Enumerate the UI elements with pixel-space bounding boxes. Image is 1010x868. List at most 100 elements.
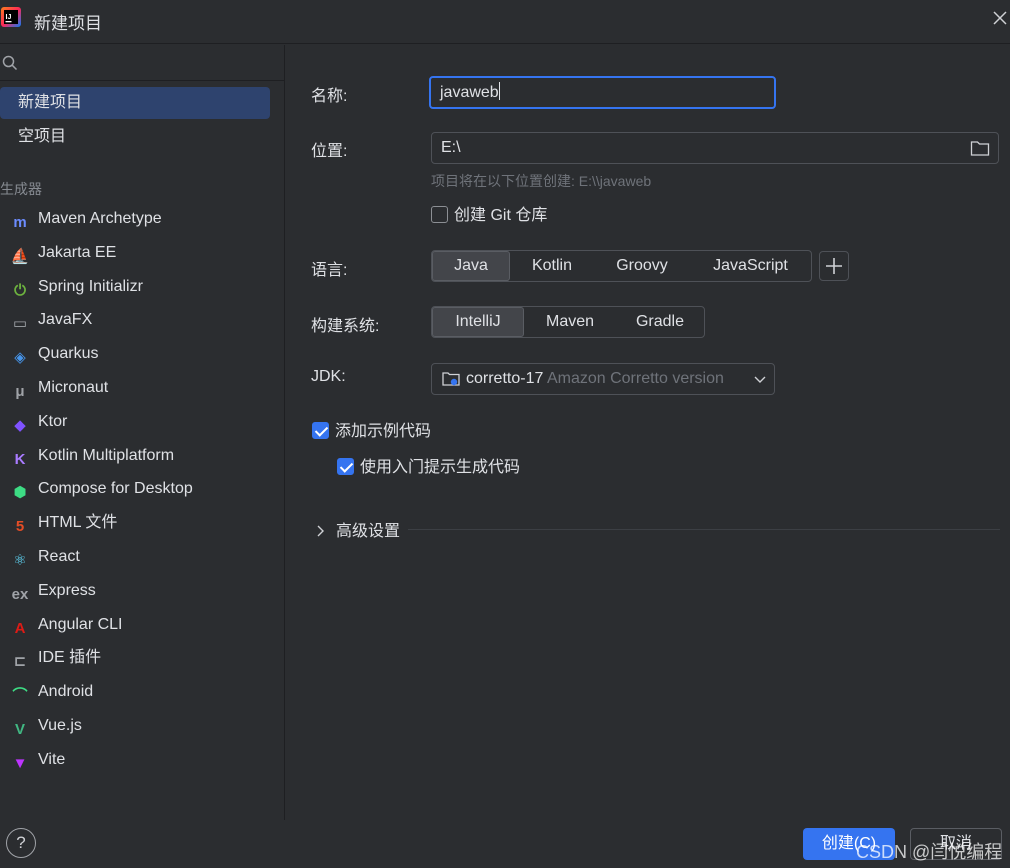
generator-label: Express <box>38 581 96 599</box>
nav-item[interactable]: 新建项目 <box>0 87 270 119</box>
location-hint: 项目将在以下位置创建: E:\\javaweb <box>431 173 652 189</box>
generator-label: Quarkus <box>38 345 99 363</box>
generator-item[interactable]: ⛵ Jakarta EE <box>10 239 280 267</box>
sample-code-label: 添加示例代码 <box>335 423 432 440</box>
sidebar: 新建项目 空项目 生成器 m Maven Archetype ⛵ Jakarta EE ⏻… <box>0 45 285 820</box>
generator-label: Maven Archetype <box>38 210 162 227</box>
git-checkbox-row[interactable]: 创建 Git 仓库 <box>431 205 547 227</box>
search-icon <box>2 55 18 71</box>
nav-item[interactable]: 空项目 <box>0 121 270 153</box>
onboarding-checkbox-row[interactable]: 使用入门提示生成代码 <box>337 457 520 479</box>
generator-item[interactable]: A Angular CLI <box>10 611 280 639</box>
jdk-dropdown[interactable]: corretto-17 Amazon Corretto version <box>431 363 775 395</box>
compose-icon: ⬢ <box>13 484 27 502</box>
advanced-settings-label: 高级设置 <box>336 523 401 540</box>
jakarta-icon: ⛵ <box>10 247 30 265</box>
chevron-right-icon <box>317 525 324 537</box>
sample-code-checkbox-row[interactable]: 添加示例代码 <box>312 421 431 443</box>
express-icon: ex <box>11 585 29 603</box>
generator-label: Spring Initializr <box>38 277 143 295</box>
generator-label: Angular CLI <box>38 615 123 633</box>
generator-item[interactable]: ⚛ React <box>10 543 280 571</box>
jdk-name: corretto-17 <box>466 370 544 387</box>
language-option[interactable]: Kotlin <box>510 251 594 281</box>
language-selector: Java Kotlin Groovy JavaScript <box>431 250 812 282</box>
generator-item[interactable]: ex Express <box>10 577 280 605</box>
generator-label: React <box>38 548 80 565</box>
location-label: 位置: <box>311 143 348 160</box>
generators-group-label: 生成器 <box>0 181 42 197</box>
name-label: 名称: <box>311 88 348 105</box>
ktor-icon: ◆ <box>14 416 26 434</box>
advanced-divider <box>408 529 1000 530</box>
javafx-icon: ▭ <box>12 315 28 333</box>
add-language-button[interactable] <box>819 251 849 281</box>
quarkus-icon: ◈ <box>14 349 26 367</box>
language-option[interactable]: Groovy <box>594 251 690 281</box>
generator-label: Jakarta EE <box>38 243 117 261</box>
name-input-value: javaweb <box>440 84 499 101</box>
vue-icon: V <box>14 721 25 738</box>
generator-item[interactable]: 5 HTML 文件 <box>10 509 280 537</box>
language-option[interactable]: JavaScript <box>690 251 811 281</box>
generator-item[interactable]: K Kotlin Multiplatform <box>10 442 280 470</box>
generator-item[interactable]: ⊏ IDE 插件 <box>10 644 280 672</box>
generator-label: IDE 插件 <box>38 649 102 667</box>
intellij-logo-icon: IJ <box>1 7 21 27</box>
generator-label: Kotlin Multiplatform <box>38 446 175 464</box>
generator-item[interactable]: m Maven Archetype <box>10 205 280 233</box>
location-input-value: E:\ <box>441 139 461 156</box>
chevron-down-icon <box>754 374 766 384</box>
onboarding-label: 使用入门提示生成代码 <box>360 459 521 476</box>
git-checkbox[interactable] <box>431 206 448 223</box>
kotlin-icon: K <box>14 450 26 468</box>
jdk-folder-icon <box>442 372 460 386</box>
git-checkbox-label: 创建 Git 仓库 <box>454 207 548 224</box>
react-icon: ⚛ <box>13 552 27 569</box>
language-option[interactable]: Java <box>432 251 510 281</box>
generator-label: Micronaut <box>38 379 109 396</box>
help-button[interactable]: ? <box>6 828 36 858</box>
location-input[interactable]: E:\ <box>431 132 999 164</box>
generator-item[interactable]: ▼ Vite <box>10 746 280 774</box>
build-system-option[interactable]: Gradle <box>616 307 704 337</box>
window-title: 新建项目 <box>34 14 102 33</box>
generator-label: Android <box>38 683 94 701</box>
generator-item[interactable]: ⬢ Compose for Desktop <box>10 475 280 503</box>
jdk-label: JDK: <box>311 368 346 385</box>
advanced-settings-toggle[interactable]: 高级设置 <box>316 517 400 541</box>
spring-icon: ⏻ <box>14 281 26 299</box>
generator-label: JavaFX <box>38 311 93 329</box>
vite-icon: ▼ <box>12 754 28 772</box>
build-system-option[interactable]: IntelliJ <box>432 307 524 337</box>
text-cursor <box>498 82 500 100</box>
build-system-label: 构建系统: <box>311 318 380 335</box>
micronaut-icon: μ <box>15 383 25 400</box>
sidebar-search[interactable] <box>0 45 285 81</box>
generator-label: Ktor <box>38 412 68 430</box>
build-system-option[interactable]: Maven <box>524 307 616 337</box>
generator-item[interactable]: ▭ JavaFX <box>10 306 280 334</box>
generator-item[interactable]: ⏻ Spring Initializr <box>10 273 280 301</box>
generator-label: Vue.js <box>38 717 82 734</box>
generator-item[interactable]: ◆ Ktor <box>10 408 280 436</box>
close-icon[interactable] <box>992 10 1008 26</box>
html-icon: 5 <box>15 518 25 536</box>
language-label: 语言: <box>311 262 348 279</box>
plus-icon <box>826 258 842 274</box>
folder-icon[interactable] <box>970 139 990 157</box>
title-bar: IJ 新建项目 <box>0 0 1010 44</box>
jdk-vendor: Amazon Corretto version <box>546 370 724 387</box>
maven-icon: m <box>13 214 27 231</box>
generator-item[interactable]: ◈ Quarkus <box>10 340 280 368</box>
onboarding-checkbox[interactable] <box>337 458 354 475</box>
name-input[interactable]: javaweb <box>429 76 776 109</box>
sample-code-checkbox[interactable] <box>312 422 329 439</box>
generator-item[interactable]: ⌒ Android <box>10 678 280 706</box>
generator-item[interactable]: μ Micronaut <box>10 374 280 402</box>
build-system-selector: IntelliJ Maven Gradle <box>431 306 705 338</box>
generator-item[interactable]: V Vue.js <box>10 712 280 740</box>
generator-label: HTML 文件 <box>38 514 118 532</box>
watermark: CSDN @闫悦编程 <box>856 842 1003 862</box>
svg-text:IJ: IJ <box>6 14 12 21</box>
